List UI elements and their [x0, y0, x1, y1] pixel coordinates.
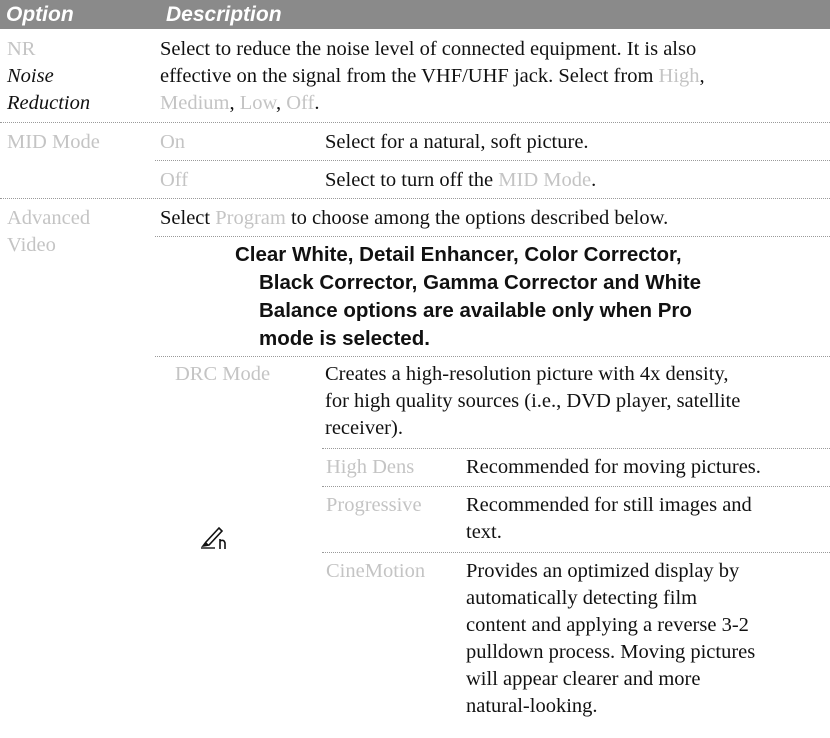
- note-line4: mode is selected.: [259, 327, 430, 350]
- mid-off-desc: Select to turn off the MID Mode.: [325, 167, 596, 194]
- drc-mode-label: DRC Mode: [175, 363, 271, 385]
- row-divider: [322, 552, 830, 553]
- nr-comma: ,: [275, 92, 287, 114]
- high-density-desc: Recommended for moving pictures.: [466, 456, 761, 478]
- nr-title-line2: Reduction: [7, 92, 91, 114]
- mid-off-label: Off: [160, 169, 189, 191]
- nr-desc-line2: effective on the signal from the VHF/UHF…: [160, 63, 705, 90]
- advanced-select-text: Select: [160, 207, 216, 229]
- nr-title-line1: Noise: [7, 65, 54, 87]
- progressive-desc-line2: text.: [466, 521, 502, 543]
- cinemotion-label: CineMotion: [326, 560, 426, 582]
- high-density-label: High Dens: [326, 456, 415, 478]
- mid-on-label: On: [160, 131, 186, 153]
- mid-on-desc: Select for a natural, soft picture.: [325, 131, 589, 153]
- nr-comma: ,: [229, 92, 240, 114]
- drc-desc-line2: for high quality sources (i.e., DVD play…: [325, 390, 741, 412]
- cinemotion-line1: Provides an optimized display by: [466, 560, 740, 582]
- advanced-video-label-line1: Advanced: [7, 207, 91, 229]
- row-divider: [0, 198, 830, 199]
- drc-desc-line3: receiver).: [325, 417, 403, 439]
- cinemotion-line4: pulldown process. Moving pictures: [466, 641, 756, 663]
- note-line3: Balance options are available only when …: [259, 299, 692, 322]
- advanced-video-select: Select Program to choose among the optio…: [160, 205, 668, 232]
- nr-desc-line3: Medium, Low, Off.: [160, 90, 319, 117]
- note-line2: Black Corrector, Gamma Corrector and Whi…: [259, 271, 702, 294]
- nr-option-high: High: [658, 65, 700, 87]
- nr-comma: ,: [699, 65, 705, 87]
- row-divider: [155, 236, 830, 237]
- drc-desc-line1: Creates a high-resolution picture with 4…: [325, 363, 729, 385]
- note-pencil-icon: [201, 526, 226, 549]
- nr-option-off: Off: [286, 92, 315, 114]
- row-divider: [155, 356, 830, 357]
- progressive-desc-line1: Recommended for still images and: [466, 494, 752, 516]
- cinemotion-line3: content and applying a reverse 3-2: [466, 614, 749, 636]
- row-divider: [322, 448, 830, 449]
- advanced-video-label-line2: Video: [7, 234, 56, 256]
- row-divider: [155, 160, 830, 161]
- nr-desc-line2-text: effective on the signal from the VHF/UHF…: [160, 65, 659, 87]
- mid-mode-label: MID Mode: [7, 131, 100, 153]
- option-column-header: Option: [6, 3, 74, 26]
- advanced-select-text-post: to choose among the options described be…: [285, 207, 669, 229]
- nr-period: .: [314, 92, 320, 114]
- advanced-select-program: Program: [215, 207, 286, 229]
- note-line1: Clear White, Detail Enhancer, Color Corr…: [235, 243, 682, 266]
- nr-code: NR: [7, 38, 36, 60]
- mid-off-desc-text: Select to turn off the: [325, 169, 499, 191]
- progressive-label: Progressive: [326, 494, 422, 516]
- mid-off-desc-period: .: [591, 169, 597, 191]
- cinemotion-line2: automatically detecting film: [466, 587, 698, 609]
- cinemotion-line6: natural-looking.: [466, 695, 598, 717]
- cinemotion-line5: will appear clearer and more: [466, 668, 701, 690]
- description-column-header: Description: [166, 3, 282, 26]
- nr-desc-line1: Select to reduce the noise level of conn…: [160, 38, 697, 60]
- row-divider: [0, 122, 830, 123]
- nr-option-medium: Medium: [160, 92, 230, 114]
- mid-off-desc-mode: MID Mode: [498, 169, 592, 191]
- row-divider: [322, 486, 830, 487]
- table-header: Option Description: [0, 0, 830, 29]
- nr-option-low: Low: [239, 92, 276, 114]
